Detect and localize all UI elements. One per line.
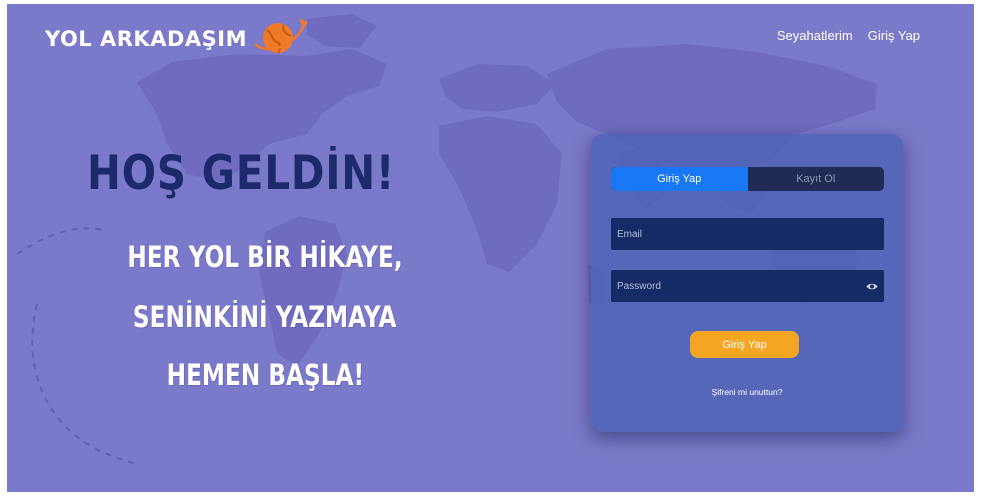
eye-icon[interactable] xyxy=(866,282,878,291)
app-frame: YOL ARKADAŞIM Seyahatlerim Giriş Yap HOŞ… xyxy=(7,4,974,492)
login-card: Giriş Yap Kayıt Ol Giriş Yap Şifreni mi … xyxy=(591,134,903,432)
password-field[interactable] xyxy=(611,270,884,302)
auth-tabs: Giriş Yap Kayıt Ol xyxy=(611,167,884,191)
brand-name: YOL ARKADAŞIM xyxy=(45,27,247,51)
hero-line-1: HER YOL BİR HİKAYE, xyxy=(127,240,403,274)
hero-line-3: HEMEN BAŞLA! xyxy=(166,358,364,392)
top-nav: Seyahatlerim Giriş Yap xyxy=(777,28,920,43)
globe-plane-icon xyxy=(254,19,308,54)
hero-line-2: SENİNKİNİ YAZMAYA xyxy=(133,300,397,334)
email-field[interactable] xyxy=(611,218,884,250)
tab-giris-yap[interactable]: Giriş Yap xyxy=(611,167,748,191)
brand[interactable]: YOL ARKADAŞIM xyxy=(45,19,309,54)
nav-seyahatlerim[interactable]: Seyahatlerim xyxy=(777,28,853,43)
login-submit-button[interactable]: Giriş Yap xyxy=(690,331,799,358)
hero-title: HOŞ GELDİN! xyxy=(87,146,396,201)
nav-giris-yap[interactable]: Giriş Yap xyxy=(868,28,920,43)
tab-kayit-ol[interactable]: Kayıt Ol xyxy=(748,167,885,191)
forgot-password-link[interactable]: Şifreni mi unuttun? xyxy=(591,387,903,397)
